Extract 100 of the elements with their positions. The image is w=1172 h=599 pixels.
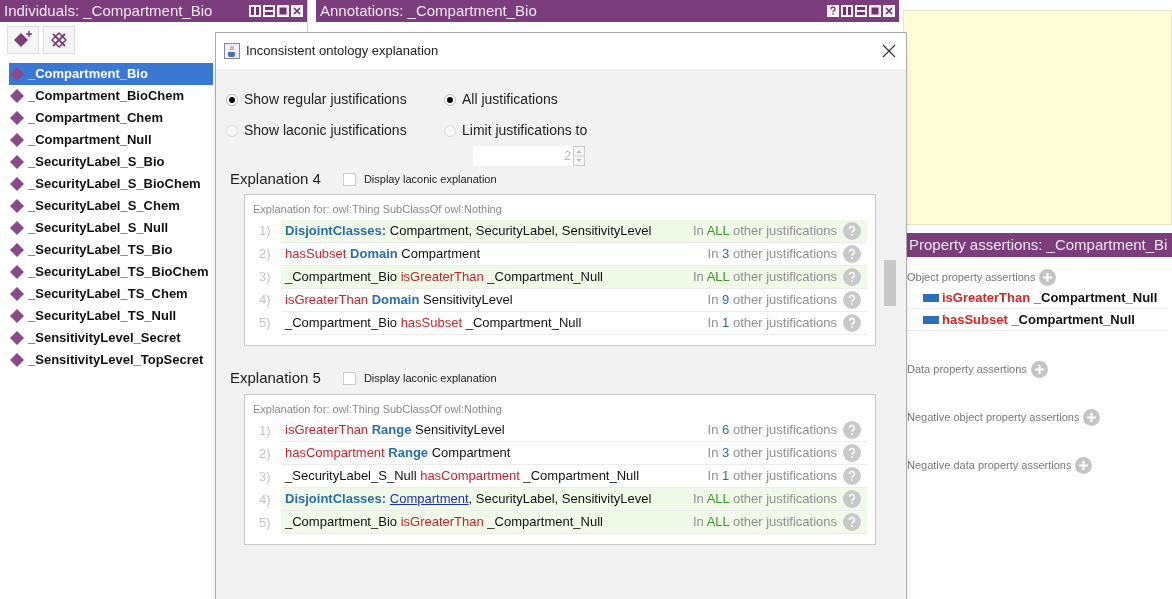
axiom-text: DisjointClasses: Compartment, SecurityLabel, SensitivityLevel (285, 221, 653, 240)
panel-title: Property assertions: _Compartment_Bi (909, 234, 1168, 255)
individual-icon (9, 352, 25, 368)
assertion-text: isGreaterThan _Compartment_Null (942, 288, 1158, 307)
add-icon[interactable] (1039, 268, 1057, 286)
line-number: 5) (258, 314, 272, 333)
individual-icon (9, 330, 25, 346)
justification-count: In 6 other justifications (707, 421, 837, 440)
split-vertical-icon[interactable] (841, 5, 853, 17)
axiom-row[interactable]: _SecurityLabel_S_Null hasCompartment _Compartment_Null In 1 other justifications (281, 465, 867, 488)
object-property-icon (923, 315, 939, 324)
individual-item[interactable]: _SecurityLabel_S_BioChem (9, 173, 213, 195)
add-individual-button[interactable] (7, 26, 39, 54)
object-property-icon (923, 293, 939, 302)
justification-count: In 9 other justifications (707, 290, 837, 309)
assertion-row[interactable]: hasSubset _Compartment_Null (907, 309, 1168, 331)
axiom-row[interactable]: hasSubset Domain Compartment In 3 other justifications (281, 242, 867, 266)
delete-individual-button[interactable] (43, 26, 75, 54)
assertion-row[interactable]: isGreaterThan _Compartment_Null (907, 287, 1168, 309)
add-icon[interactable] (1030, 360, 1048, 378)
explanation-subtitle: Explanation for: owl:Thing SubClassOf owl:Nothing (253, 202, 503, 217)
axiom-text: isGreaterThan Domain SensitivityLevel (285, 290, 514, 309)
axiom-row[interactable]: isGreaterThan Domain SensitivityLevel In 9 other justifications (281, 288, 867, 312)
individual-item[interactable]: _SecurityLabel_TS_BioChem (9, 261, 213, 283)
individual-item[interactable]: _Compartment_Null (9, 129, 213, 151)
laconic-checkbox[interactable]: Display laconic explanation (342, 170, 497, 188)
axiom-text: _Compartment_Bio isGreaterThan _Compartment_Null (285, 513, 604, 532)
axiom-text: _SecurityLabel_S_Null hasCompartment _Compartment_Null (285, 467, 641, 486)
split-horizontal-icon[interactable] (855, 5, 867, 17)
line-number: 2) (258, 245, 272, 264)
axiom-row[interactable]: _Compartment_Bio isGreaterThan _Compartment_Null In ALL other justifications (281, 265, 867, 289)
section-label: Data property assertions (907, 361, 1027, 377)
individual-item[interactable]: _SensitivityLevel_TopSecret (9, 349, 213, 371)
individual-item[interactable]: _SecurityLabel_TS_Bio (9, 239, 213, 261)
axiom-row[interactable]: DisjointClasses: Compartment, SecurityLabel, SensitivityLevel In ALL other justifications (281, 219, 867, 243)
entity-link[interactable]: Compartment (389, 491, 469, 507)
line-number: 3) (258, 268, 272, 287)
individual-item[interactable]: _SecurityLabel_S_Chem (9, 195, 213, 217)
split-horizontal-icon[interactable] (263, 5, 275, 17)
individual-icon (9, 66, 25, 82)
laconic-checkbox[interactable]: Display laconic explanation (342, 370, 497, 387)
justification-count: In ALL other justifications (692, 267, 837, 286)
maximize-icon[interactable] (869, 5, 881, 17)
add-icon[interactable] (1083, 408, 1101, 426)
axiom-row[interactable]: _Compartment_Bio isGreaterThan _Compartment_Null In ALL other justifications (281, 511, 867, 534)
line-number: 1) (258, 421, 272, 440)
justification-count: In 3 other justifications (707, 244, 837, 263)
add-icon[interactable] (1075, 456, 1093, 474)
assertion-text: hasSubset _Compartment_Null (942, 310, 1135, 329)
split-vertical-icon[interactable] (249, 5, 261, 17)
individual-icon (9, 264, 25, 280)
line-number: 2) (258, 444, 272, 463)
individual-icon (9, 154, 25, 170)
close-icon[interactable] (882, 44, 896, 58)
justification-count: In ALL other justifications (692, 513, 837, 532)
radio-button[interactable]: Show regular justifications (226, 89, 444, 110)
individual-item[interactable]: _SensitivityLevel_Secret (9, 327, 213, 349)
explanation-title: Explanation 4 (230, 168, 321, 189)
axiom-row[interactable]: DisjointClasses: Compartment, SecurityLabel, SensitivityLevel In ALL other justifications (281, 488, 867, 511)
axiom-row[interactable]: hasCompartment Range Compartment In 3 other justifications (281, 442, 867, 465)
line-number: 5) (258, 513, 272, 532)
scrollbar-thumb[interactable] (884, 260, 896, 306)
individual-item[interactable]: _SecurityLabel_S_Bio (9, 151, 213, 173)
dialog-title: Inconsistent ontology explanation (246, 42, 440, 61)
help-icon[interactable] (827, 5, 839, 17)
individual-item[interactable]: _Compartment_Bio (9, 63, 213, 85)
add-diamond-icon (13, 31, 33, 49)
individual-icon (9, 220, 25, 236)
axiom-row[interactable]: _Compartment_Bio hasSubset _Compartment_Null In 1 other justifications (281, 311, 867, 335)
line-number: 4) (258, 291, 272, 310)
radio-button[interactable]: Show laconic justifications (226, 120, 444, 141)
justification-count: In 3 other justifications (707, 444, 837, 463)
radio-button[interactable]: All justifications (444, 89, 588, 110)
individual-item[interactable]: _SecurityLabel_S_Null (9, 217, 213, 239)
crossed-diamond-icon (50, 31, 68, 49)
radio-button[interactable]: Limit justifications to (444, 120, 588, 141)
individual-item[interactable]: _SecurityLabel_TS_Chem (9, 283, 213, 305)
individual-icon (9, 242, 25, 258)
axiom-text: isGreaterThan Range SensitivityLevel (285, 421, 506, 440)
individual-icon (9, 110, 25, 126)
individual-item[interactable]: _SecurityLabel_TS_Null (9, 305, 213, 327)
spinner-arrows-icon[interactable] (573, 146, 585, 166)
justification-count: In ALL other justifications (692, 490, 837, 509)
panel-title: Annotations: _Compartment_Bio (320, 0, 537, 21)
justification-count: In 1 other justifications (707, 313, 837, 332)
axiom-row[interactable]: isGreaterThan Range SensitivityLevel In 6 other justifications (281, 419, 867, 442)
section-label: Object property assertions (907, 269, 1036, 285)
individual-icon (9, 308, 25, 324)
spinner-value: 2 (562, 147, 572, 166)
axiom-text: _Compartment_Bio hasSubset _Compartment_Null (285, 313, 583, 332)
java-cup-icon (224, 43, 240, 59)
individual-icon (9, 286, 25, 302)
individual-icon (9, 176, 25, 192)
individual-item[interactable]: _Compartment_Chem (9, 107, 213, 129)
axiom-text: hasSubset Domain Compartment (285, 244, 482, 263)
line-number: 4) (258, 490, 272, 509)
individual-item[interactable]: _Compartment_BioChem (9, 85, 213, 107)
maximize-icon[interactable] (277, 5, 289, 17)
line-number: 1) (258, 222, 272, 241)
axiom-text: DisjointClasses: Compartment, SecurityLabel, SensitivityLevel (285, 490, 653, 509)
